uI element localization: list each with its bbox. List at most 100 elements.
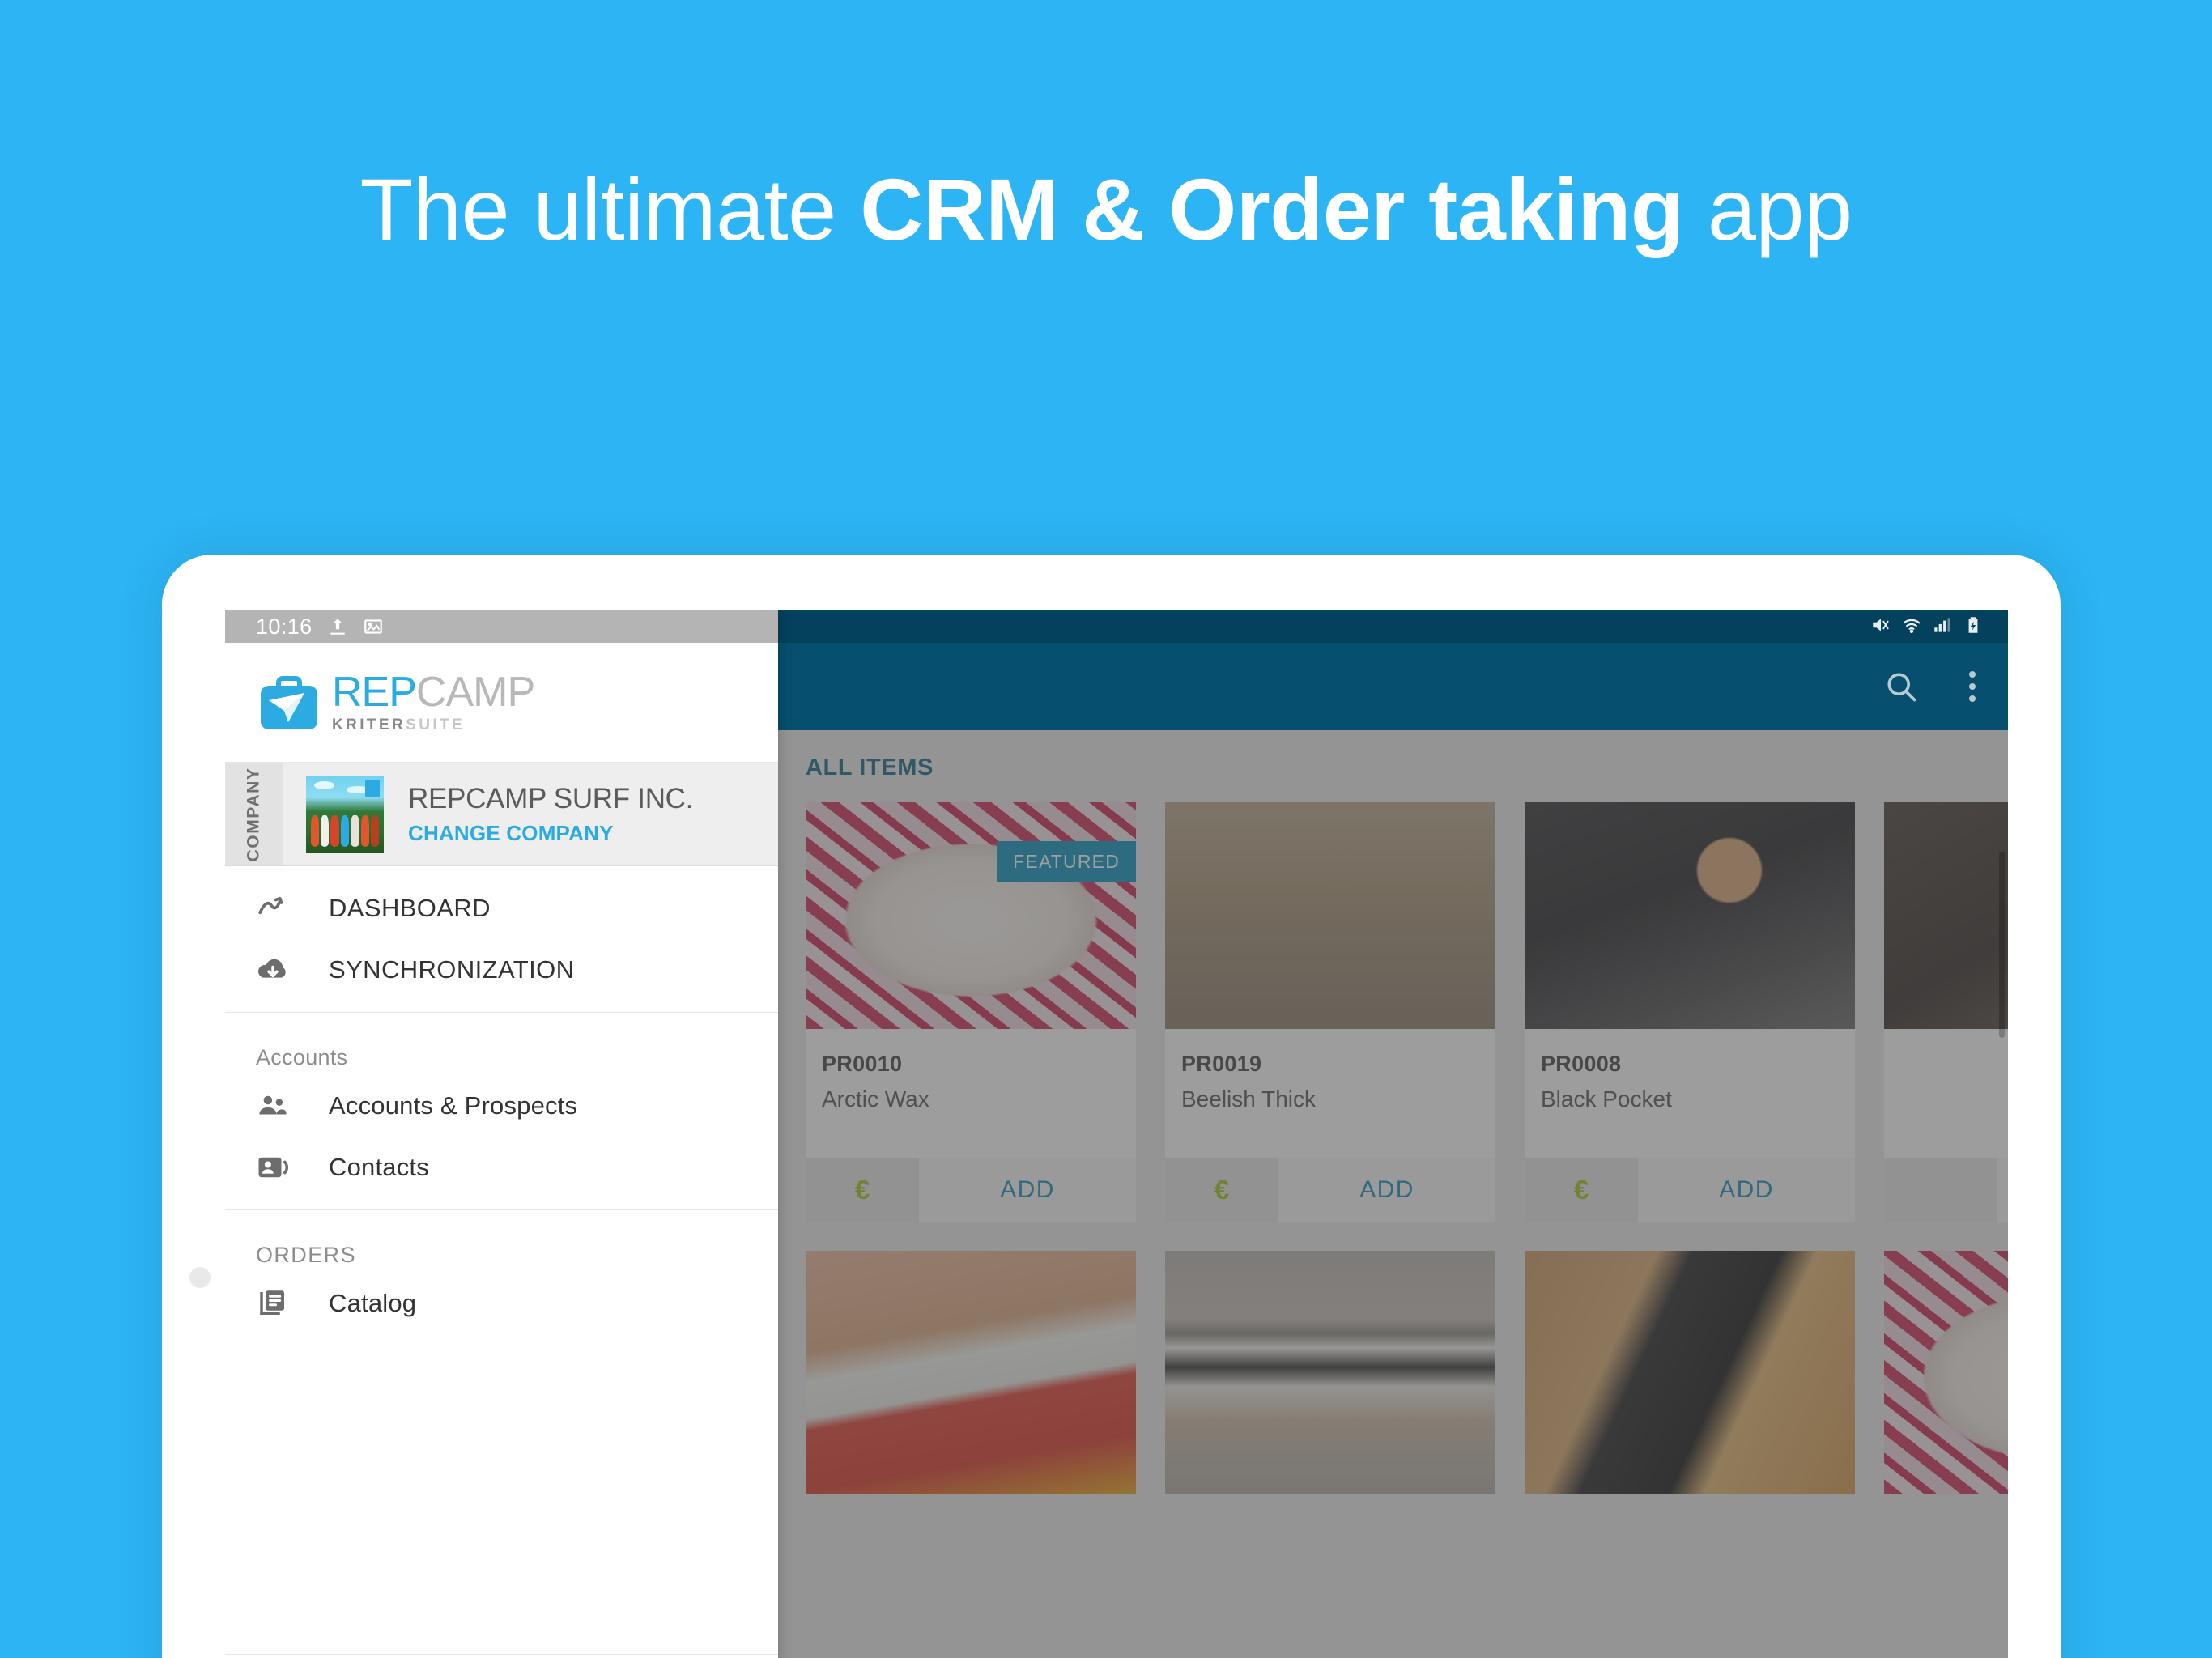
- product-image: [1884, 1251, 2008, 1494]
- product-card[interactable]: [806, 1251, 1136, 1494]
- camera-icon: [189, 1267, 211, 1288]
- section-title-orders: ORDERS: [256, 1243, 356, 1267]
- company-info: REPCAMP SURF INC. CHANGE COMPANY: [408, 783, 693, 846]
- company-selector[interactable]: COMPANY REPCAMP SURF INC. CHANGE COMPANY: [225, 763, 778, 866]
- trending-chart-icon: [256, 891, 300, 925]
- price-button[interactable]: €: [806, 1158, 919, 1222]
- mute-icon: [1870, 614, 1891, 640]
- app-toolbar: [778, 643, 2008, 730]
- sidebar-item-catalog[interactable]: Catalog: [225, 1273, 778, 1334]
- change-company-link[interactable]: CHANGE COMPANY: [408, 821, 693, 846]
- sidebar-item-contacts[interactable]: Contacts: [225, 1137, 778, 1198]
- product-image: [1884, 802, 2008, 1029]
- product-image: [1525, 1251, 1855, 1494]
- brand-subtitle-kriter: KRITER: [332, 716, 406, 733]
- product-image: [1165, 802, 1495, 1029]
- product-actions: € ADD: [806, 1158, 1136, 1222]
- product-card-partial[interactable]: [1884, 802, 2008, 1222]
- add-button[interactable]: ADD: [919, 1158, 1136, 1222]
- brand-title-camp: CAMP: [415, 668, 535, 716]
- vertical-scrollbar[interactable]: [1999, 852, 2005, 1038]
- status-bar-clock: 10:16: [256, 614, 313, 639]
- company-name: REPCAMP SURF INC.: [408, 782, 694, 814]
- add-button[interactable]: [1997, 1158, 2008, 1222]
- product-body: PR0008 Black Pocket: [1525, 1029, 1855, 1158]
- product-sku: PR0010: [822, 1052, 903, 1076]
- upload-icon: [327, 616, 348, 637]
- brand-title: REPCAMP: [332, 668, 535, 716]
- product-image: [1165, 1251, 1495, 1494]
- company-tab-label: COMPANY: [244, 767, 263, 861]
- drawer-status-bar: 10:16: [225, 610, 778, 643]
- company-surfboards-thumbnail: [306, 775, 384, 853]
- product-grid-row-1: FEATURED PR0010 Arctic Wax € ADD PR0019 …: [778, 802, 2008, 1222]
- cloud-download-icon: [256, 953, 300, 987]
- brand-title-rep: REP: [332, 668, 417, 716]
- product-sku: PR0019: [1181, 1052, 1262, 1076]
- brand-subtitle: KRITERSUITE: [332, 716, 534, 734]
- product-image: [1525, 802, 1855, 1029]
- nav-group-primary: DASHBOARD SYNCHRONIZATION: [225, 866, 778, 1013]
- product-card[interactable]: [1165, 1251, 1495, 1494]
- briefcase-paperplane-icon: [257, 673, 321, 733]
- product-grid-row-2: [778, 1251, 2008, 1494]
- headline-part-3: app: [1683, 160, 1853, 258]
- brand-wordmark: REPCAMP KRITERSUITE: [332, 668, 535, 734]
- product-card[interactable]: PR0019 Beelish Thick € ADD: [1165, 802, 1495, 1222]
- nav-group-accounts: Accounts Accounts & Prospects Contacts: [225, 1013, 778, 1210]
- featured-badge: FEATURED: [997, 841, 1136, 882]
- catalog-main-panel: ALL ITEMS FEATURED PR0010 Arctic Wax € A…: [778, 610, 2008, 1658]
- company-tab: COMPANY: [225, 763, 283, 865]
- battery-charging-icon: [1963, 614, 1984, 640]
- contact-card-icon: [256, 1150, 300, 1184]
- product-actions: [1884, 1158, 2008, 1222]
- product-body: [1884, 1029, 2008, 1158]
- product-body: PR0019 Beelish Thick: [1165, 1029, 1495, 1158]
- price-button[interactable]: [1884, 1158, 1997, 1222]
- product-actions: € ADD: [1165, 1158, 1495, 1222]
- sidebar-item-synchronization-label: SYNCHRONIZATION: [329, 955, 575, 984]
- catalog-content: ALL ITEMS FEATURED PR0010 Arctic Wax € A…: [778, 730, 2008, 1658]
- company-body[interactable]: REPCAMP SURF INC. CHANGE COMPANY: [283, 763, 778, 865]
- product-name: Arctic Wax: [822, 1086, 929, 1112]
- product-card[interactable]: [1525, 1251, 1855, 1494]
- section-title-accounts: Accounts: [256, 1045, 348, 1069]
- people-icon: [256, 1089, 300, 1123]
- catalog-book-icon: [256, 1286, 300, 1320]
- app-brand-header: REPCAMP KRITERSUITE: [225, 643, 778, 763]
- product-name: Black Pocket: [1541, 1086, 1672, 1112]
- product-body: PR0010 Arctic Wax: [806, 1029, 1136, 1158]
- sidebar-item-synchronization[interactable]: SYNCHRONIZATION: [225, 939, 778, 1001]
- add-button[interactable]: ADD: [1278, 1158, 1495, 1222]
- main-status-bar: [778, 610, 2008, 643]
- product-card[interactable]: FEATURED PR0010 Arctic Wax € ADD: [806, 802, 1136, 1222]
- product-actions: € ADD: [1525, 1158, 1855, 1222]
- tablet-screen: 10:16 REPCAMP KRITERSUITE COMPANY REPCAM…: [225, 610, 2008, 1658]
- add-button[interactable]: ADD: [1638, 1158, 1855, 1222]
- tablet-device: 10:16 REPCAMP KRITERSUITE COMPANY REPCAM…: [162, 555, 2061, 1658]
- sidebar-item-accounts-prospects[interactable]: Accounts & Prospects: [225, 1075, 778, 1137]
- price-button[interactable]: €: [1525, 1158, 1638, 1222]
- user-profile-row[interactable]: Noah Green noah.green@repcamp.com: [225, 1654, 778, 1658]
- sidebar-item-dashboard-label: DASHBOARD: [329, 894, 491, 922]
- image-icon: [363, 616, 384, 637]
- company-badge-icon: [365, 779, 380, 797]
- product-card[interactable]: PR0008 Black Pocket € ADD: [1525, 802, 1855, 1222]
- price-button[interactable]: €: [1165, 1158, 1278, 1222]
- product-name: Beelish Thick: [1181, 1086, 1317, 1112]
- product-card-partial[interactable]: [1884, 1251, 2008, 1494]
- navigation-drawer: 10:16 REPCAMP KRITERSUITE COMPANY REPCAM…: [225, 610, 778, 1658]
- page-headline: The ultimate CRM & Order taking app: [0, 160, 2212, 258]
- search-icon[interactable]: [1883, 669, 1919, 704]
- product-image: [806, 1251, 1136, 1494]
- product-image: FEATURED: [806, 802, 1136, 1029]
- sidebar-item-dashboard[interactable]: DASHBOARD: [225, 878, 778, 939]
- sidebar-item-catalog-label: Catalog: [329, 1289, 417, 1317]
- nav-group-orders: ORDERS Catalog: [225, 1210, 778, 1346]
- sidebar-item-contacts-label: Contacts: [329, 1153, 429, 1181]
- wifi-icon: [1901, 614, 1922, 640]
- more-vertical-icon[interactable]: [1969, 671, 1976, 702]
- section-heading-all-items: ALL ITEMS: [806, 755, 934, 780]
- product-sku: PR0008: [1541, 1052, 1622, 1076]
- headline-part-1: The ultimate: [359, 160, 861, 258]
